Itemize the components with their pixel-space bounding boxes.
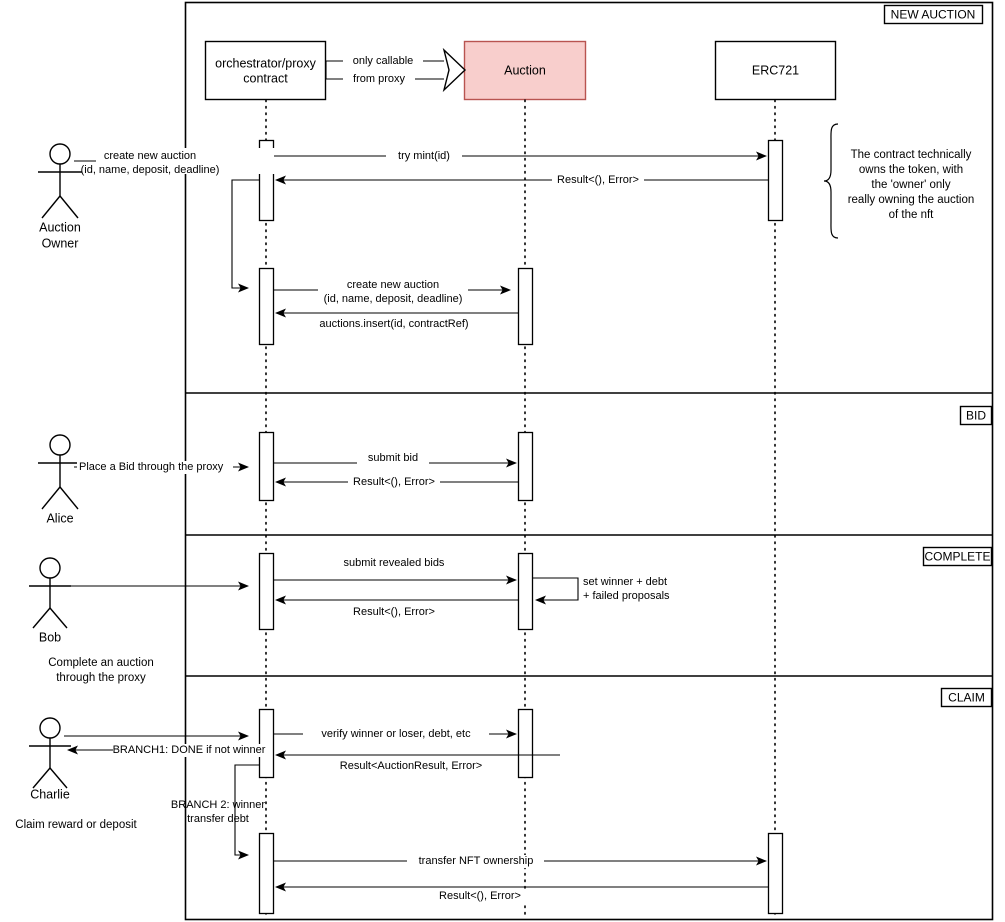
- message-result-mint-text: Result<(), Error>: [557, 174, 639, 186]
- note-ownership-line2: owns the token, with: [859, 164, 963, 176]
- message-create-new-auction-from-owner: create new auction (id, name, deposit, d…: [74, 148, 304, 176]
- message-branch1-done-text: BRANCH1: DONE if not winner: [113, 744, 266, 756]
- message-try-mint: try mint(id): [274, 150, 767, 163]
- note-ownership: The contract technically owns the token,…: [823, 123, 975, 239]
- actor-charlie[interactable]: Charlie: [29, 717, 71, 801]
- participant-proxy-label-line2: contract: [243, 71, 288, 85]
- actor-auction-owner-name-line2: Owner: [42, 236, 79, 250]
- note-charlie-caption: Claim reward or deposit: [15, 819, 137, 831]
- diagram-frame: [184, 1, 994, 921]
- participant-proxy-label-line1: orchestrator/proxy: [215, 56, 316, 70]
- message-transfer-nft-ownership: transfer NFT ownership: [274, 855, 767, 868]
- participant-auction[interactable]: Auction: [463, 40, 587, 101]
- activation-erc721-1: [767, 139, 784, 222]
- activation-auction-1: [517, 267, 534, 346]
- fragment-label-new-auction-text: NEW AUCTION: [891, 8, 976, 22]
- actor-bob-name: Bob: [39, 630, 61, 644]
- message-result-transfer-text: Result<(), Error>: [439, 890, 521, 902]
- sequence-diagram-canvas: NEW AUCTION BID COMPLETE CLAIM orchestra…: [0, 0, 1005, 922]
- fragment-label-claim: CLAIM: [940, 687, 993, 708]
- activation-proxy-3: [258, 431, 275, 502]
- fragment-label-bid: BID: [959, 405, 993, 426]
- message-result-auction-result-text: Result<AuctionResult, Error>: [340, 760, 482, 772]
- note-self-message-line1: set winner + debt: [583, 576, 667, 588]
- actor-charlie-name: Charlie: [30, 787, 70, 801]
- activation-auction-4: [517, 708, 534, 779]
- message-place-bid-text: Place a Bid through the proxy: [79, 461, 224, 473]
- participant-erc721[interactable]: ERC721: [714, 40, 837, 101]
- activation-auction-2: [517, 431, 534, 502]
- note-branch2-line1: BRANCH 2: winner: [171, 799, 265, 811]
- message-result-transfer: Result<(), Error>: [275, 882, 768, 903]
- message-auctions-insert: auctions.insert(id, contractRef): [275, 308, 518, 331]
- participant-auction-label: Auction: [504, 63, 546, 77]
- message-verify-winner: verify winner or loser, debt, etc: [274, 728, 517, 741]
- note-ownership-line4: really owning the auction: [848, 194, 975, 206]
- sequence-diagram-svg: NEW AUCTION BID COMPLETE CLAIM orchestra…: [15, 1, 994, 921]
- note-bob-caption: Complete an auction through the proxy: [48, 657, 153, 684]
- fragment-label-complete: COMPLETE: [922, 546, 993, 567]
- participant-erc721-label: ERC721: [752, 63, 799, 77]
- message-result-complete-text: Result<(), Error>: [353, 606, 435, 618]
- note-bob-caption-line1: Complete an auction: [48, 657, 153, 669]
- message-submit-revealed-bids: submit revealed bids: [274, 556, 517, 585]
- message-try-mint-text: try mint(id): [398, 150, 450, 162]
- activation-proxy-2: [258, 267, 275, 346]
- actor-alice[interactable]: Alice: [38, 434, 82, 525]
- message-verify-winner-text: verify winner or loser, debt, etc: [321, 728, 471, 740]
- connector-note-line1: only callable: [353, 55, 414, 67]
- fragment-label-bid-text: BID: [966, 409, 986, 423]
- message-create-new-auction-line1: create new auction: [347, 279, 439, 291]
- actor-alice-name: Alice: [46, 511, 73, 525]
- message-auction-self-set-winner: set winner + debt + failed proposals: [533, 576, 670, 605]
- message-submit-bid-text: submit bid: [368, 452, 418, 464]
- message-create-new-auction-line2: (id, name, deposit, deadline): [324, 293, 463, 305]
- fragment-label-complete-text: COMPLETE: [924, 550, 990, 564]
- actor-auction-owner-name-line1: Auction: [39, 220, 81, 234]
- note-self-message-line2: + failed proposals: [583, 590, 670, 602]
- message-result-auction-result: Result<AuctionResult, Error>: [275, 750, 560, 773]
- message-result-mint: Result<(), Error>: [275, 174, 768, 187]
- activation-erc721-2: [767, 832, 784, 915]
- message-transfer-nft-text: transfer NFT ownership: [419, 855, 534, 867]
- message-result-complete: Result<(), Error>: [275, 595, 518, 619]
- note-ownership-line1: The contract technically: [851, 149, 972, 161]
- connector-note-line2: from proxy: [353, 73, 405, 85]
- message-create-new-auction-owner-line1: create new auction: [104, 150, 196, 162]
- message-branch1-done: BRANCH1: DONE if not winner: [67, 744, 266, 757]
- proxy-to-auction-connector: only callable from proxy: [325, 47, 467, 93]
- note-ownership-line5: of the nft: [889, 209, 935, 221]
- message-result-bid: Result<(), Error>: [275, 476, 518, 489]
- message-place-bid-through-proxy: Place a Bid through the proxy: [74, 461, 249, 474]
- participant-proxy[interactable]: orchestrator/proxy contract: [204, 40, 327, 101]
- note-branch2-line2: transfer debt: [187, 813, 249, 825]
- activation-proxy-4: [258, 552, 275, 631]
- note-charlie-caption-line1: Claim reward or deposit: [15, 819, 137, 831]
- note-bob-caption-line2: through the proxy: [56, 672, 146, 684]
- message-create-new-auction-to-auction: create new auction (id, name, deposit, d…: [274, 277, 511, 305]
- message-submit-bid: submit bid: [274, 451, 517, 468]
- message-submit-revealed-bids-text: submit revealed bids: [344, 557, 445, 569]
- actor-auction-owner[interactable]: Auction Owner: [38, 143, 82, 250]
- message-auctions-insert-text: auctions.insert(id, contractRef): [319, 318, 468, 330]
- message-create-new-auction-owner-line2: (id, name, deposit, deadline): [81, 164, 220, 176]
- note-ownership-line3: the 'owner' only: [871, 179, 950, 191]
- fragment-label-new-auction: NEW AUCTION: [883, 4, 984, 25]
- actor-bob[interactable]: Bob: [29, 557, 71, 644]
- message-result-bid-text: Result<(), Error>: [353, 476, 435, 488]
- proxy-self-continuation-1: [231, 179, 259, 293]
- activation-auction-3: [517, 552, 534, 631]
- activation-proxy-6: [258, 832, 275, 915]
- fragment-label-claim-text: CLAIM: [948, 691, 985, 705]
